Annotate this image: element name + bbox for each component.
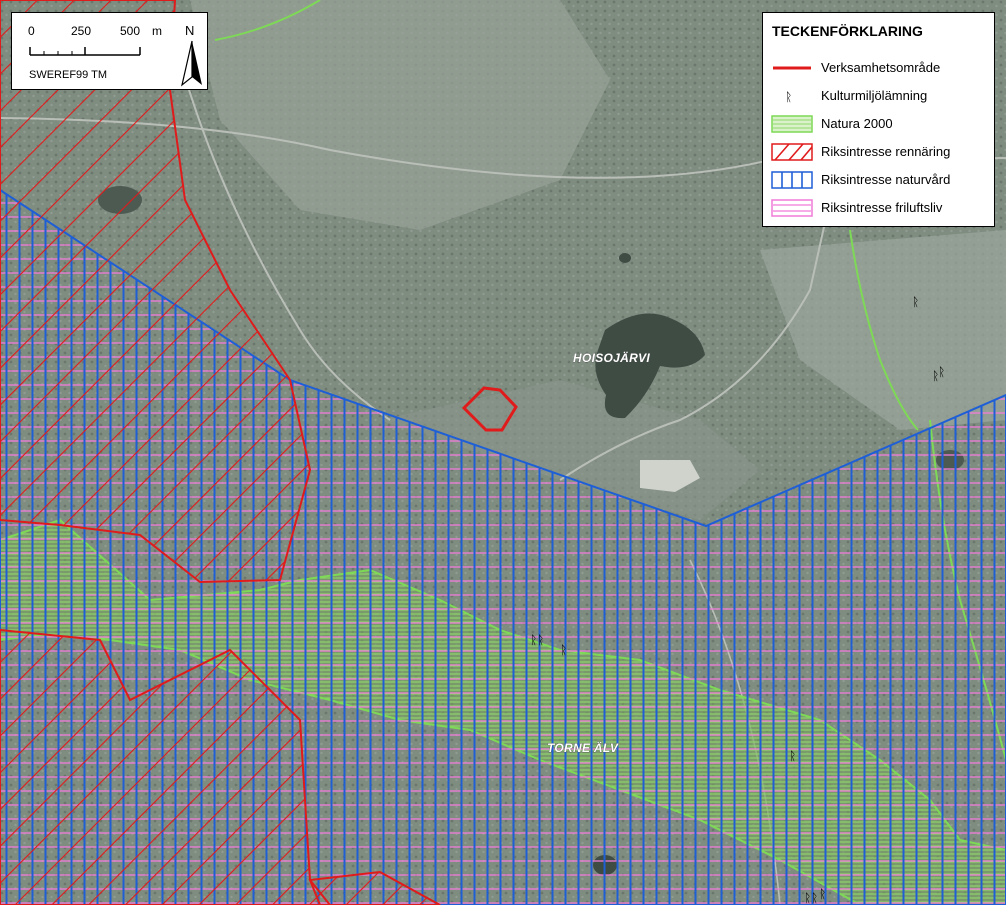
legend-label: Riksintresse naturvård xyxy=(821,172,951,187)
coordinate-system-label: SWEREF99 TM xyxy=(29,69,108,81)
legend-label: Verksamhetsområde xyxy=(821,60,941,75)
legend-item-verksamhetsomrade: Verksamhetsområde xyxy=(771,57,991,79)
heritage-symbol-icon[interactable]: ᚱ xyxy=(789,749,796,763)
heritage-symbol-icon: ᚱ xyxy=(785,90,792,104)
north-arrow-icon xyxy=(181,40,202,87)
north-arrow: N xyxy=(180,21,204,87)
scale-tick-label: 250 xyxy=(71,24,92,38)
place-label-lake: HOISOJÄRVI xyxy=(573,350,650,365)
pond xyxy=(619,253,631,263)
red-diagonal-hatch-swatch xyxy=(771,143,813,161)
heritage-symbol-icon[interactable]: ᚱ xyxy=(912,295,919,309)
legend-item-riksintresse-naturvard: Riksintresse naturvård xyxy=(771,169,991,191)
heritage-symbol-icon[interactable]: ᚱ xyxy=(938,365,945,379)
svg-text:ᚱ: ᚱ xyxy=(785,90,792,104)
pink-horizontal-hatch-swatch xyxy=(771,199,813,217)
scale-bar-icon xyxy=(29,47,141,56)
scale-unit: m xyxy=(152,24,162,38)
legend-item-riksintresse-rennaring: Riksintresse rennäring xyxy=(771,141,991,163)
legend-panel: TECKENFÖRKLARING Verksamhetsområde ᚱ Kul… xyxy=(762,12,995,227)
legend-item-natura-2000: Natura 2000 xyxy=(771,113,991,135)
north-label: N xyxy=(185,23,195,38)
green-hatch-swatch xyxy=(771,115,813,133)
scale-bar-panel: 0 250 500 m SWEREF99 TM N xyxy=(11,12,208,90)
legend-label: Riksintresse rennäring xyxy=(821,144,951,159)
legend-item-riksintresse-friluftsliv: Riksintresse friluftsliv xyxy=(771,197,991,219)
legend-label: Kulturmiljölämning xyxy=(821,88,928,103)
scale-tick-label: 500 xyxy=(120,24,141,38)
heritage-symbol-icon[interactable]: ᚱ xyxy=(811,891,818,905)
heritage-symbol-icon[interactable]: ᚱ xyxy=(537,633,544,647)
legend-title: TECKENFÖRKLARING xyxy=(772,23,923,39)
scale-tick-label: 0 xyxy=(28,24,35,38)
place-label-river: TORNE ÄLV xyxy=(547,740,619,755)
heritage-symbol-icon[interactable]: ᚱ xyxy=(819,887,826,901)
scale-bar-ticks: 0 250 500 xyxy=(12,24,172,38)
blue-vertical-hatch-swatch xyxy=(771,171,813,189)
red-line-swatch xyxy=(773,66,811,70)
legend-item-kulturmiljolamning: ᚱ Kulturmiljölämning xyxy=(771,85,991,107)
legend-label: Riksintresse friluftsliv xyxy=(821,200,943,215)
legend-label: Natura 2000 xyxy=(821,116,893,131)
heritage-symbol-icon[interactable]: ᚱ xyxy=(560,643,567,657)
